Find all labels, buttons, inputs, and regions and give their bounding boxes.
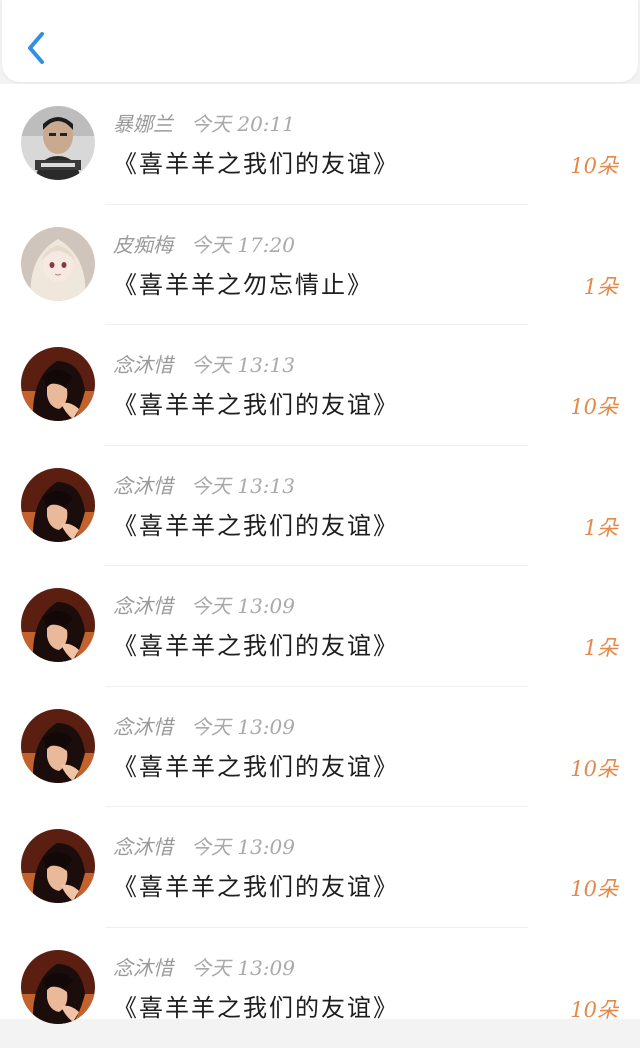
- list-item[interactable]: 念沐惜今天 13:09 《喜羊羊之我们的友谊》 1朵: [0, 566, 640, 687]
- send-time: 今天 17:20: [191, 233, 295, 257]
- chevron-left-icon: [20, 28, 54, 68]
- avatar[interactable]: [21, 347, 95, 421]
- book-title[interactable]: 《喜羊羊之我们的友谊》: [113, 990, 399, 1026]
- flower-count: 10朵: [570, 992, 618, 1028]
- list-item[interactable]: 暴娜兰今天 20:11 《喜羊羊之我们的友谊》 10朵: [0, 84, 640, 205]
- flower-count: 1朵: [584, 510, 618, 546]
- anime-boy-avatar: [21, 829, 95, 903]
- avatar[interactable]: [21, 709, 95, 783]
- flower-count: 1朵: [584, 269, 618, 305]
- send-time: 今天 13:09: [191, 594, 295, 618]
- list-item[interactable]: 皮痴梅今天 17:20 《喜羊羊之勿忘情止》 1朵: [0, 205, 640, 326]
- sender-meta: 暴娜兰今天 20:11: [113, 110, 295, 138]
- sender-meta: 皮痴梅今天 17:20: [113, 231, 295, 259]
- list-item[interactable]: 念沐惜今天 13:13 《喜羊羊之我们的友谊》 1朵: [0, 446, 640, 567]
- avatar[interactable]: [21, 588, 95, 662]
- send-time: 今天 13:09: [191, 956, 295, 980]
- gift-record-list: 暴娜兰今天 20:11 《喜羊羊之我们的友谊》 10朵 皮痴梅今天 17:20 …: [0, 84, 640, 1019]
- list-item[interactable]: 念沐惜今天 13:09 《喜羊羊之我们的友谊》 10朵: [0, 807, 640, 928]
- send-time: 今天 13:09: [191, 715, 295, 739]
- book-title[interactable]: 《喜羊羊之勿忘情止》: [113, 267, 373, 303]
- sender-name: 念沐惜: [113, 956, 173, 980]
- anime-boy-avatar: [21, 709, 95, 783]
- back-button[interactable]: [20, 28, 54, 68]
- sender-name: 皮痴梅: [113, 233, 173, 257]
- book-title[interactable]: 《喜羊羊之我们的友谊》: [113, 387, 399, 423]
- sender-meta: 念沐惜今天 13:09: [113, 833, 295, 861]
- flower-count: 10朵: [570, 148, 618, 184]
- sender-name: 念沐惜: [113, 715, 173, 739]
- top-bar: [2, 0, 638, 82]
- book-title[interactable]: 《喜羊羊之我们的友谊》: [113, 628, 399, 664]
- send-time: 今天 13:13: [191, 353, 295, 377]
- send-time: 今天 13:09: [191, 835, 295, 859]
- sender-name: 念沐惜: [113, 835, 173, 859]
- flower-count: 10朵: [570, 389, 618, 425]
- avatar[interactable]: [21, 468, 95, 542]
- sender-meta: 念沐惜今天 13:09: [113, 713, 295, 741]
- boy-photo-avatar: [21, 106, 95, 180]
- anime-girl-avatar: [21, 227, 95, 301]
- avatar[interactable]: [21, 950, 95, 1024]
- sender-name: 暴娜兰: [113, 112, 173, 136]
- list-item[interactable]: 念沐惜今天 13:09 《喜羊羊之我们的友谊》 10朵: [0, 687, 640, 808]
- anime-boy-avatar: [21, 468, 95, 542]
- flower-count: 1朵: [584, 630, 618, 666]
- flower-count: 10朵: [570, 751, 618, 787]
- anime-boy-avatar: [21, 347, 95, 421]
- anime-boy-avatar: [21, 588, 95, 662]
- avatar[interactable]: [21, 106, 95, 180]
- anime-boy-avatar: [21, 950, 95, 1024]
- avatar[interactable]: [21, 227, 95, 301]
- send-time: 今天 20:11: [191, 112, 295, 136]
- flower-count: 10朵: [570, 871, 618, 907]
- book-title[interactable]: 《喜羊羊之我们的友谊》: [113, 749, 399, 785]
- book-title[interactable]: 《喜羊羊之我们的友谊》: [113, 869, 399, 905]
- list-item[interactable]: 念沐惜今天 13:13 《喜羊羊之我们的友谊》 10朵: [0, 325, 640, 446]
- sender-meta: 念沐惜今天 13:13: [113, 472, 295, 500]
- sender-meta: 念沐惜今天 13:09: [113, 954, 295, 982]
- sender-name: 念沐惜: [113, 353, 173, 377]
- book-title[interactable]: 《喜羊羊之我们的友谊》: [113, 146, 399, 182]
- list-item[interactable]: 念沐惜今天 13:09 《喜羊羊之我们的友谊》 10朵: [0, 928, 640, 1048]
- avatar[interactable]: [21, 829, 95, 903]
- sender-name: 念沐惜: [113, 474, 173, 498]
- sender-meta: 念沐惜今天 13:13: [113, 351, 295, 379]
- sender-meta: 念沐惜今天 13:09: [113, 592, 295, 620]
- book-title[interactable]: 《喜羊羊之我们的友谊》: [113, 508, 399, 544]
- send-time: 今天 13:13: [191, 474, 295, 498]
- sender-name: 念沐惜: [113, 594, 173, 618]
